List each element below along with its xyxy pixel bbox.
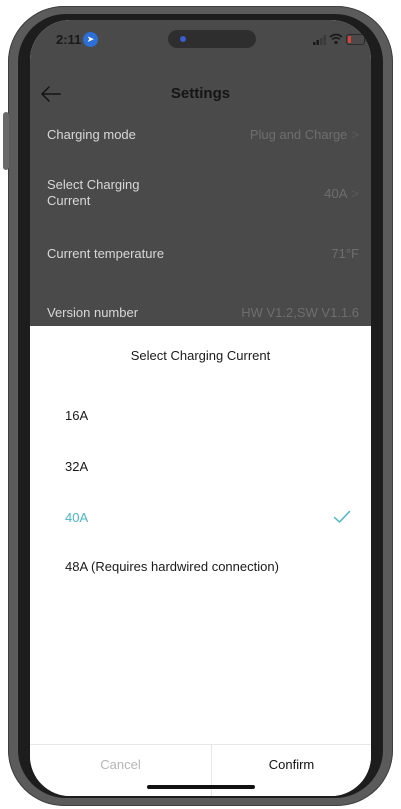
wifi-icon xyxy=(329,33,343,45)
setting-value: Plug and Charge > xyxy=(250,127,359,143)
battery-icon xyxy=(346,34,368,45)
setting-value-text: Plug and Charge xyxy=(249,127,348,142)
option-40a[interactable]: 40A xyxy=(30,503,371,533)
setting-label: Charging mode xyxy=(47,127,136,142)
nav-bar: Settings xyxy=(30,76,371,112)
phone-side-button xyxy=(3,112,9,170)
confirm-button[interactable]: Confirm xyxy=(212,745,371,785)
status-bar: 2:11 ➤ xyxy=(30,20,371,60)
setting-value: HW V1.2,SW V1.1.6 xyxy=(241,305,359,320)
setting-label: Version number xyxy=(47,305,139,320)
option-32a[interactable]: 32A xyxy=(30,452,371,482)
check-icon xyxy=(333,510,351,523)
status-time: 2:11 xyxy=(56,32,82,47)
charging-current-sheet: Select Charging Current 16A 32A 40A 48A … xyxy=(30,326,371,796)
page-title: Settings xyxy=(170,85,231,102)
setting-value: 40A > xyxy=(324,186,359,202)
setting-label: Current temperature xyxy=(47,246,165,261)
setting-label: Select Charging Current xyxy=(47,177,140,208)
phone-screen: 2:11 ➤ Settings Charging mode Plug and C… xyxy=(30,20,371,796)
home-indicator xyxy=(147,785,255,789)
location-arrow-icon: ➤ xyxy=(83,32,98,47)
option-48a[interactable]: 48A (Requires hardwired connection) xyxy=(30,552,371,582)
setting-row-current-temperature: Current temperature 71°F xyxy=(30,246,371,276)
chevron-right-icon: > xyxy=(351,186,359,201)
dynamic-island xyxy=(168,30,256,48)
option-16a[interactable]: 16A xyxy=(30,401,371,431)
option-label: 48A (Requires hardwired connection) xyxy=(65,559,279,574)
setting-row-charging-mode[interactable]: Charging mode Plug and Charge > xyxy=(30,127,371,157)
chevron-right-icon: > xyxy=(351,127,359,142)
signal-icon xyxy=(313,35,326,45)
camera-dot xyxy=(180,36,186,42)
cancel-button[interactable]: Cancel xyxy=(30,745,211,785)
option-label: 32A xyxy=(65,459,89,474)
option-label: 16A xyxy=(65,408,89,423)
settings-page-dimmed: 2:11 ➤ Settings Charging mode Plug and C… xyxy=(30,20,371,326)
setting-row-select-charging-current[interactable]: Select Charging Current 40A > xyxy=(30,177,371,213)
option-label: 40A xyxy=(65,510,89,525)
sheet-title: Select Charging Current xyxy=(130,348,271,363)
setting-value-text: 40A xyxy=(324,186,348,201)
sheet-footer: Cancel Confirm xyxy=(30,744,371,796)
setting-value: 71°F xyxy=(331,246,359,261)
